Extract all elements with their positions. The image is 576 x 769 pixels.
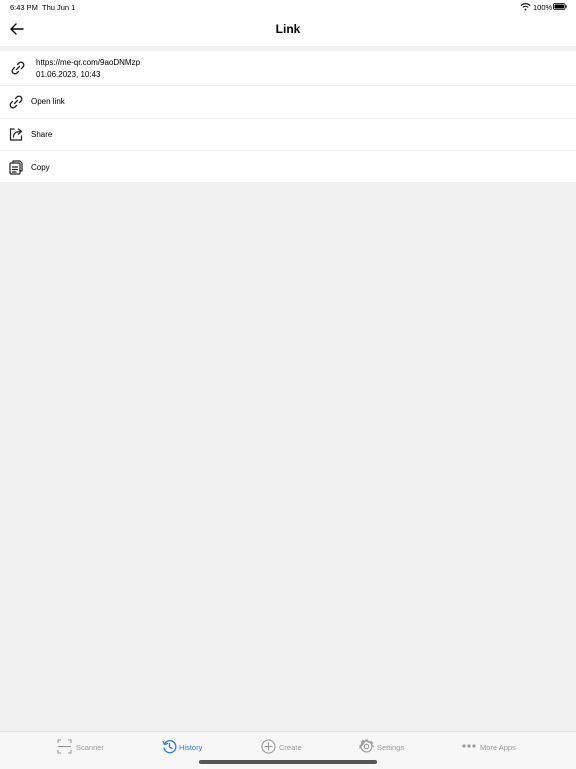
copy-label: Copy xyxy=(31,163,50,172)
copy-icon xyxy=(9,160,23,175)
tab-history-label: History xyxy=(179,743,203,752)
share-icon xyxy=(9,128,23,141)
home-indicator[interactable] xyxy=(199,760,377,764)
plus-circle-icon xyxy=(261,739,276,754)
scanner-icon xyxy=(57,739,72,754)
status-date: Thu Jun 1 xyxy=(42,3,76,12)
navigation-bar: Link xyxy=(0,14,576,46)
link-icon xyxy=(9,95,23,109)
tab-more-apps-label: More Apps xyxy=(480,743,516,752)
item-url: https://me-qr.com/9aoDNMzp xyxy=(36,58,141,67)
history-icon xyxy=(162,740,177,754)
gear-icon xyxy=(359,739,374,753)
share-action[interactable]: Share xyxy=(0,119,576,150)
tab-settings-label: Settings xyxy=(377,743,405,752)
battery-icon xyxy=(553,3,567,10)
status-time: 6:43 PM xyxy=(10,3,38,12)
open-link-action[interactable]: Open link xyxy=(0,86,576,118)
wifi-icon xyxy=(520,3,531,11)
tab-create-label: Create xyxy=(279,743,302,752)
ellipsis-icon xyxy=(462,744,476,748)
copy-action[interactable]: Copy xyxy=(0,151,576,182)
open-link-label: Open link xyxy=(31,97,65,106)
item-timestamp: 01.06.2023, 10:43 xyxy=(36,70,101,79)
share-label: Share xyxy=(31,130,53,139)
battery-percentage: 100% xyxy=(533,3,553,12)
status-bar: 6:43 PM Thu Jun 1 100% xyxy=(0,0,576,14)
tab-scanner-label: Scanner xyxy=(76,743,104,752)
history-item: https://me-qr.com/9aoDNMzp 01.06.2023, 1… xyxy=(0,51,576,85)
link-icon xyxy=(11,61,25,75)
page-title: Link xyxy=(275,22,301,36)
